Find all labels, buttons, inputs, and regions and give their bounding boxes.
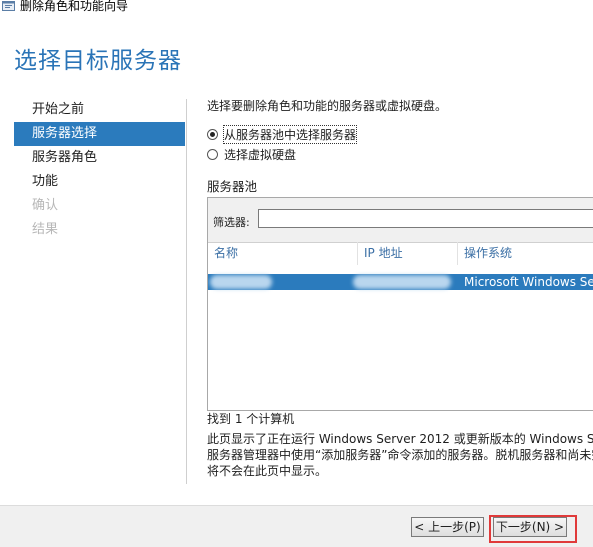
server-pool-panel: 筛选器: 名称 IP 地址 操作系统 Microsoft Windows Ser…	[207, 197, 593, 411]
info-line: 服务器管理器中使用“添加服务器”命令添加的服务器。脱机服务器和尚未完成	[207, 448, 593, 462]
radio-label: 选择虚拟硬盘	[224, 148, 297, 162]
nav-item-features[interactable]: 功能	[14, 170, 185, 194]
info-text: 此页显示了正在运行 Windows Server 2012 或更新版本的 Win…	[207, 431, 593, 479]
table-row[interactable]: Microsoft Windows Server	[208, 274, 593, 290]
nav-item-before-you-begin[interactable]: 开始之前	[14, 98, 185, 122]
window-title: 删除角色和功能向导	[20, 0, 129, 13]
radio-select-vhd[interactable]: 选择虚拟硬盘	[207, 146, 296, 163]
wizard-footer: < 上一步(P) 下一步(N) >	[0, 505, 593, 547]
title-bar: 删除角色和功能向导	[0, 0, 593, 14]
server-pool-label: 服务器池	[207, 179, 258, 194]
info-line: 此页显示了正在运行 Windows Server 2012 或更新版本的 Win…	[207, 432, 593, 446]
nav-item-server-roles[interactable]: 服务器角色	[14, 146, 185, 170]
page-description: 选择要删除角色和功能的服务器或虚拟硬盘。	[207, 99, 448, 113]
column-header-os[interactable]: 操作系统	[458, 242, 593, 265]
filter-bar: 筛选器:	[208, 198, 593, 243]
row-os-cell: Microsoft Windows Server	[464, 275, 593, 289]
previous-button[interactable]: < 上一步(P)	[411, 517, 484, 537]
nav-item-confirmation: 确认	[32, 198, 59, 213]
redacted-server-name	[210, 275, 272, 289]
column-header-ip[interactable]: IP 地址	[358, 242, 458, 265]
wizard-icon	[2, 1, 15, 11]
radio-select-from-pool[interactable]: 从服务器池中选择服务器	[207, 125, 358, 144]
found-count: 找到 1 个计算机	[207, 412, 295, 426]
wizard-steps-nav: 开始之前 服务器选择 服务器角色 功能 确认 结果	[14, 98, 185, 242]
nav-item-results: 结果	[32, 222, 59, 237]
redacted-ip-address	[353, 275, 451, 289]
next-button-highlight	[489, 515, 577, 543]
column-header-name[interactable]: 名称	[208, 242, 358, 265]
radio-selected-icon	[207, 129, 218, 140]
radio-unselected-icon	[207, 149, 218, 160]
nav-divider	[186, 99, 187, 484]
radio-label: 从服务器池中选择服务器	[222, 125, 358, 144]
page-title: 选择目标服务器	[14, 48, 182, 74]
info-line: 将不会在此页中显示。	[207, 464, 328, 478]
nav-item-server-selection[interactable]: 服务器选择	[14, 122, 185, 146]
filter-label: 筛选器:	[213, 216, 250, 229]
filter-input[interactable]	[258, 209, 593, 228]
